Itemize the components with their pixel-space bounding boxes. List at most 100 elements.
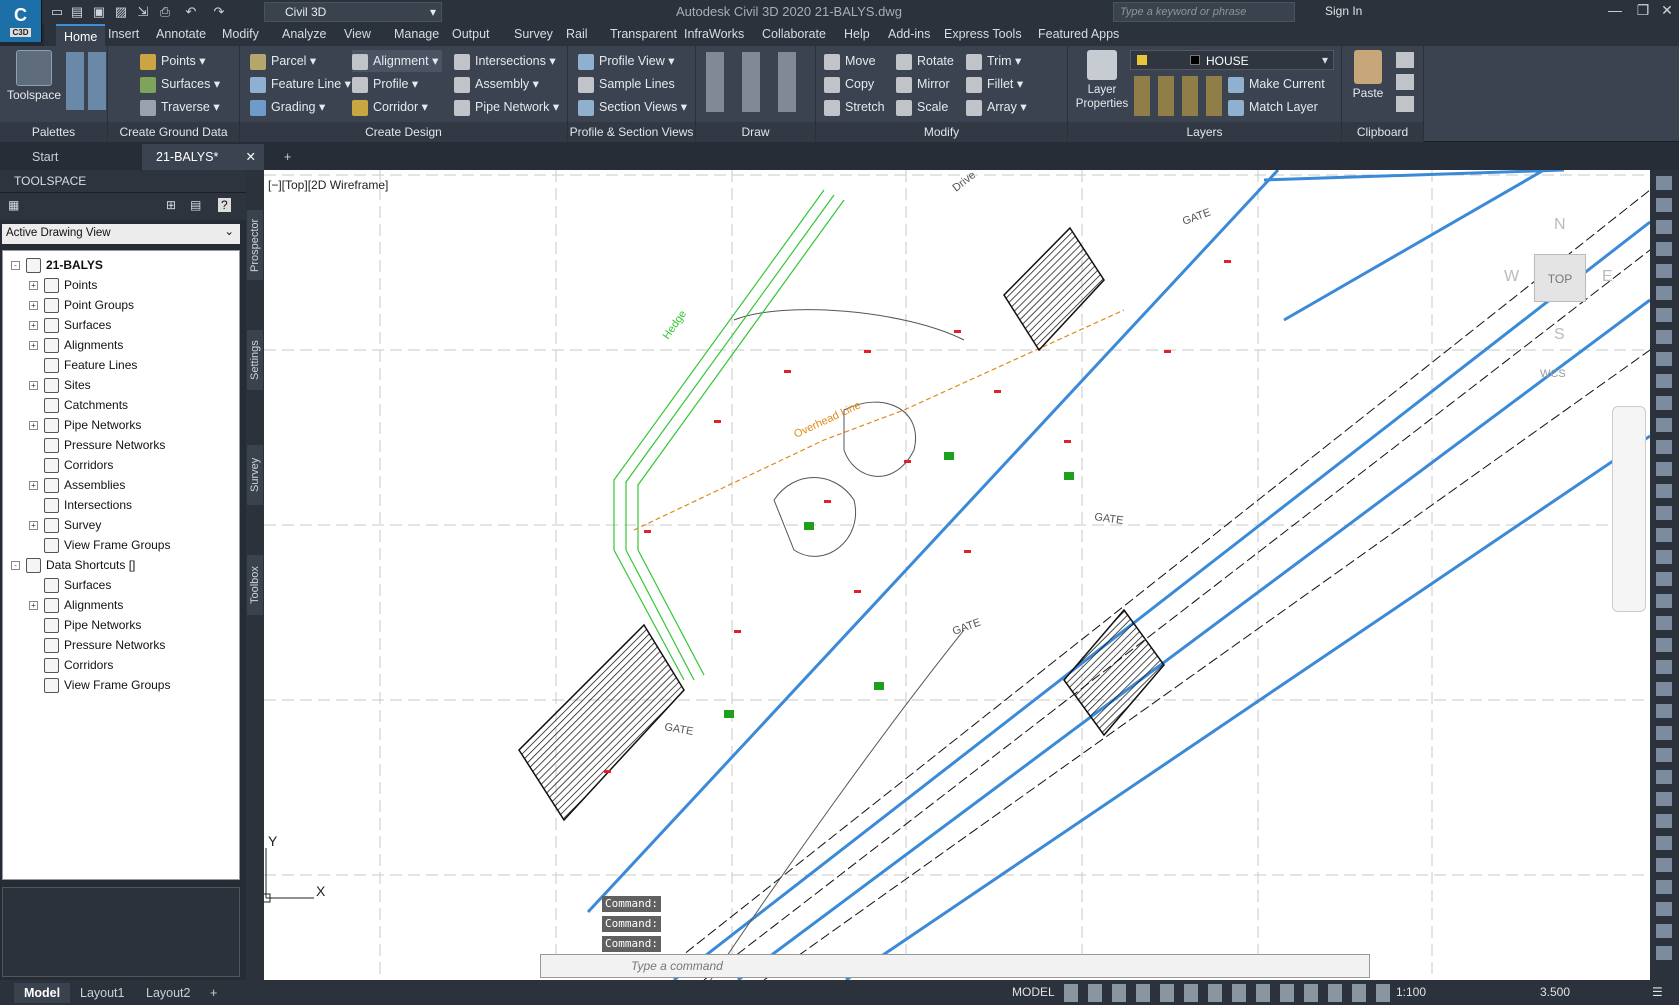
traverse-button[interactable]: Traverse ▾ xyxy=(140,96,220,118)
tab-layout1[interactable]: Layout1 xyxy=(70,983,134,1003)
layers-title[interactable]: Layers xyxy=(1068,122,1341,142)
points-button[interactable]: Points ▾ xyxy=(140,50,206,72)
workspace-select[interactable]: Civil 3D xyxy=(264,2,442,22)
tree-item[interactable]: - 21-BALYS xyxy=(11,255,103,275)
minimize-icon[interactable]: — xyxy=(1600,2,1630,22)
menu-infraworks[interactable]: InfraWorks xyxy=(684,27,744,41)
toolspace-icon[interactable]: ▦ xyxy=(8,198,19,212)
menu-express-tools[interactable]: Express Tools xyxy=(944,27,1022,41)
stretch-button[interactable]: Stretch xyxy=(824,96,885,118)
expand-icon[interactable]: + xyxy=(29,321,38,331)
tool-strip-icons[interactable] xyxy=(1656,176,1672,966)
tree-item[interactable]: View Frame Groups xyxy=(29,675,170,695)
scale-button[interactable]: Scale xyxy=(896,96,948,118)
tab-model[interactable]: Model xyxy=(14,983,71,1003)
tree-item[interactable]: + Surfaces xyxy=(29,315,111,335)
close-icon[interactable]: ✕ xyxy=(1652,2,1679,22)
trim-button[interactable]: Trim ▾ xyxy=(966,50,1021,72)
app-logo[interactable]: C C3D xyxy=(0,0,42,42)
tree-item[interactable]: Catchments xyxy=(29,395,128,415)
palettes-title[interactable]: Palettes xyxy=(0,122,107,142)
menu-featured-apps[interactable]: Featured Apps xyxy=(1038,27,1119,41)
layer-tools-icons[interactable] xyxy=(1134,76,1222,116)
model-space-toggle[interactable]: MODEL xyxy=(1012,985,1055,999)
assembly-button[interactable]: Assembly ▾ xyxy=(454,73,539,95)
expand-icon[interactable]: + xyxy=(29,601,38,611)
array-button[interactable]: Array ▾ xyxy=(966,96,1027,118)
tree-item[interactable]: Pipe Networks xyxy=(29,615,141,635)
expand-icon[interactable]: + xyxy=(29,421,38,431)
expand-icon[interactable]: + xyxy=(29,381,38,391)
close-tab-icon[interactable]: ✕ xyxy=(246,144,256,170)
menu-survey[interactable]: Survey xyxy=(514,27,553,41)
vtab-toolbox[interactable]: Toolbox xyxy=(247,555,263,615)
tree-item[interactable]: + Alignments xyxy=(29,595,123,615)
expand-icon[interactable]: - xyxy=(11,261,20,271)
corridor-button[interactable]: Corridor ▾ xyxy=(352,96,428,118)
search-input[interactable]: Type a keyword or phrase xyxy=(1113,2,1295,22)
tree-item[interactable]: Intersections xyxy=(29,495,132,515)
vtab-survey[interactable]: Survey xyxy=(247,445,263,505)
expand-icon[interactable]: + xyxy=(29,521,38,531)
open-icon[interactable]: ▤ xyxy=(68,3,86,21)
new-tab-icon[interactable]: + xyxy=(270,144,305,170)
copy-button[interactable]: Copy xyxy=(824,73,874,95)
clipboard-title[interactable]: Clipboard xyxy=(1342,122,1423,142)
tree-item[interactable]: Surfaces xyxy=(29,575,111,595)
layer-select[interactable]: HOUSE ▾ xyxy=(1130,50,1334,70)
menu-analyze[interactable]: Analyze xyxy=(282,27,326,41)
profile-section-title[interactable]: Profile & Section Views xyxy=(568,122,695,142)
list-view-icon[interactable]: ▤ xyxy=(190,198,201,212)
make-current-button[interactable]: Make Current xyxy=(1228,73,1325,95)
grading-button[interactable]: Grading ▾ xyxy=(250,96,325,118)
parcel-button[interactable]: Parcel ▾ xyxy=(250,50,316,72)
menu-transparent[interactable]: Transparent xyxy=(610,27,677,41)
tree-item[interactable]: + Alignments xyxy=(29,335,123,355)
create-design-title[interactable]: Create Design xyxy=(240,122,567,142)
elevation-value[interactable]: 3.500 xyxy=(1540,985,1570,999)
tree-view-icon[interactable]: ⊞ xyxy=(166,198,176,212)
tree-item[interactable]: + Points xyxy=(29,275,97,295)
tab-start[interactable]: Start xyxy=(18,144,138,170)
tab-drawing[interactable]: 21-BALYS* ✕ xyxy=(142,144,264,170)
redo-icon[interactable]: ↷ xyxy=(210,3,228,21)
toolspace-button[interactable]: Toolspace xyxy=(4,50,64,102)
menu-add-ins[interactable]: Add-ins xyxy=(888,27,930,41)
pipe-network-button[interactable]: Pipe Network ▾ xyxy=(454,96,559,118)
viewport-controls[interactable]: [−][Top][2D Wireframe] xyxy=(268,178,388,192)
viewcube-south[interactable]: S xyxy=(1554,326,1565,344)
annotation-scale[interactable]: 1:100 xyxy=(1396,985,1426,999)
menu-output[interactable]: Output xyxy=(452,27,490,41)
menu-insert[interactable]: Insert xyxy=(108,27,139,41)
menu-annotate[interactable]: Annotate xyxy=(156,27,206,41)
sample-lines-button[interactable]: Sample Lines xyxy=(578,73,675,95)
menu-home[interactable]: Home xyxy=(56,24,106,46)
profile-view-button[interactable]: Profile View ▾ xyxy=(578,50,675,72)
tree-item[interactable]: Corridors xyxy=(29,455,113,475)
alignment-button[interactable]: Alignment ▾ xyxy=(352,50,443,72)
tree-item[interactable]: + Assemblies xyxy=(29,475,125,495)
view-select[interactable]: Active Drawing View xyxy=(2,224,240,244)
help-icon[interactable]: ? xyxy=(218,198,231,212)
tree-item[interactable]: Pressure Networks xyxy=(29,435,165,455)
intersections-button[interactable]: Intersections ▾ xyxy=(454,50,556,72)
rotate-button[interactable]: Rotate xyxy=(896,50,954,72)
viewcube-top[interactable]: TOP xyxy=(1534,254,1586,302)
layer-properties-button[interactable]: Layer Properties xyxy=(1072,50,1132,110)
tree-item[interactable]: + Pipe Networks xyxy=(29,415,141,435)
tab-layout2[interactable]: Layout2 xyxy=(136,983,200,1003)
drawing-viewport[interactable]: [−][Top][2D Wireframe] Drive GATE GATE G… xyxy=(264,170,1650,980)
feature-line-button[interactable]: Feature Line ▾ xyxy=(250,73,351,95)
viewcube[interactable]: TOP N S E W WCS xyxy=(1500,186,1630,380)
undo-icon[interactable]: ↶ xyxy=(182,3,200,21)
tree-item[interactable]: + Point Groups xyxy=(29,295,134,315)
draw-title[interactable]: Draw xyxy=(696,122,815,142)
tree-item[interactable]: + Sites xyxy=(29,375,91,395)
export-icon[interactable]: ⇲ xyxy=(134,3,152,21)
viewcube-west[interactable]: W xyxy=(1504,268,1519,286)
fillet-button[interactable]: Fillet ▾ xyxy=(966,73,1023,95)
menu-collaborate[interactable]: Collaborate xyxy=(762,27,826,41)
save-icon[interactable]: ▣ xyxy=(90,3,108,21)
command-input[interactable]: Type a command xyxy=(540,954,1370,978)
mirror-button[interactable]: Mirror xyxy=(896,73,950,95)
